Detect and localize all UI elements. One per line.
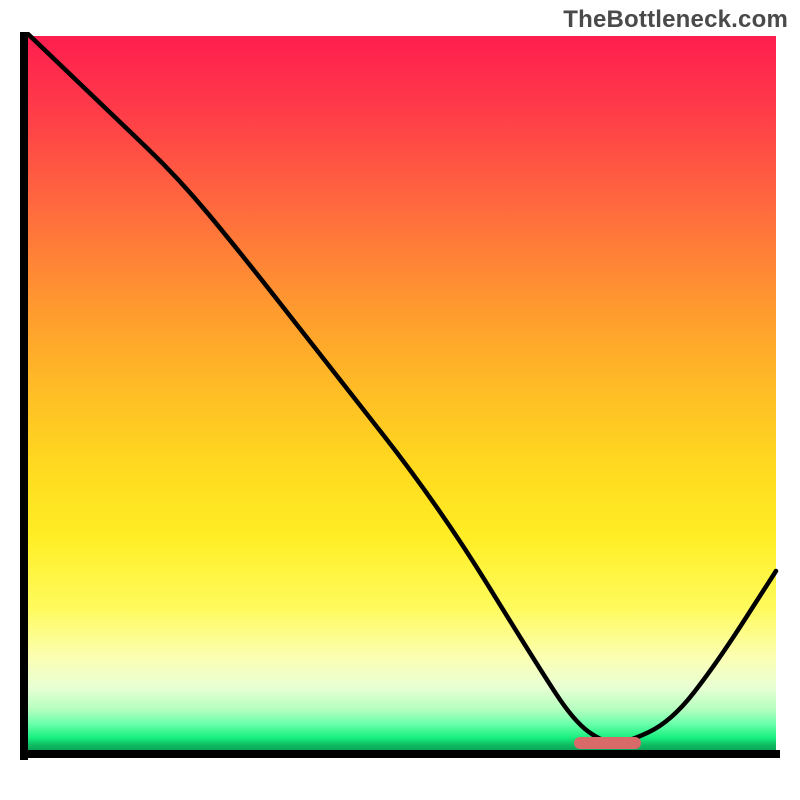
plot-area — [20, 32, 780, 780]
gradient-background — [24, 36, 776, 752]
optimal-marker — [574, 737, 641, 749]
watermark-text: TheBottleneck.com — [563, 6, 788, 34]
chart-frame: TheBottleneck.com — [0, 0, 800, 800]
